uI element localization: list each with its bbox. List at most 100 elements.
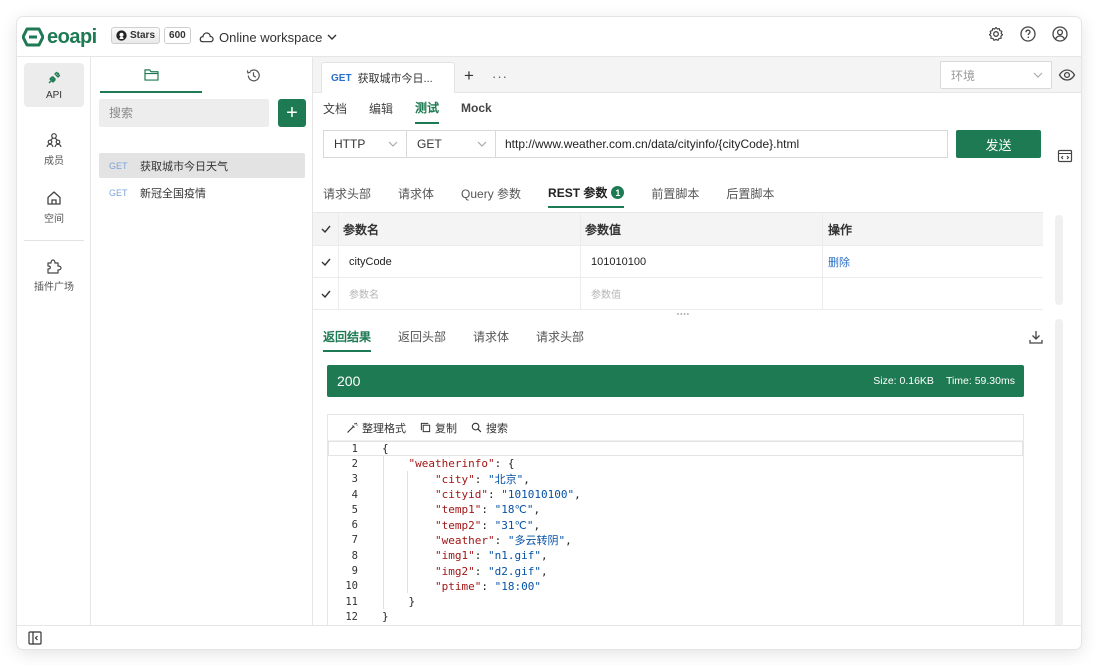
param-name-input[interactable]: 参数名 [339,278,581,309]
user-icon[interactable] [1051,25,1069,43]
json-code-area[interactable]: 1{2 "weatherinfo": {3 "city": "北京", 4 "ci… [328,441,1023,625]
members-icon [46,132,62,147]
eye-icon[interactable] [1058,66,1076,84]
tab-edit[interactable]: 编辑 [369,94,393,123]
json-punct: : [474,549,488,563]
workspace-selector[interactable]: Online workspace [199,26,337,48]
line-number: 7 [351,534,358,547]
panel-resize-handle[interactable] [313,311,1053,317]
home-icon [47,190,61,205]
request-url-row: HTTP GET 发送 [323,130,1041,158]
check-icon [321,258,331,266]
json-key: "img1" [434,549,475,563]
code-line: 4 "cityid": "101010100", [328,487,1023,502]
json-string: "101010100" [501,488,575,502]
left-rail: API 成员 空间 插件广场 [17,57,91,625]
tab-sent-body[interactable]: 请求体 [473,328,509,352]
format-button[interactable]: 整理格式 [346,420,406,436]
github-stars-button[interactable]: Stars [111,27,161,44]
param-value-cell[interactable]: 101010100 [581,246,823,277]
rail-divider [24,240,84,241]
json-key: "temp2" [434,518,482,532]
method-select[interactable]: GET [406,130,496,158]
protocol-select[interactable]: HTTP [323,130,407,158]
search-button[interactable]: 搜索 [471,420,508,436]
rail-item-label: 空间 [44,213,64,225]
help-icon[interactable] [1019,25,1037,43]
tab-request-headers[interactable]: 请求头部 [323,184,371,208]
rail-item-plugins[interactable]: 插件广场 [24,253,84,297]
copy-button[interactable]: 复制 [420,420,457,436]
tab-test[interactable]: 测试 [415,93,440,124]
tab-query-params[interactable]: Query 参数 [461,184,521,208]
tab-history[interactable] [202,57,304,93]
tab-response-body[interactable]: 返回结果 [323,328,372,352]
sidebar-toggle-icon[interactable] [28,631,42,645]
json-string: "多云转阴" [507,534,566,548]
code-line: 1{ [328,441,1023,457]
workspace-name: Online workspace [219,29,323,45]
row-checkbox[interactable] [313,246,339,277]
tab-doc[interactable]: 文档 [323,94,347,123]
search-input[interactable] [99,99,269,127]
tab-pre-script[interactable]: 前置脚本 [651,184,699,208]
request-tab[interactable]: GET 获取城市今日... [321,62,455,93]
json-punct: , [540,549,548,563]
json-punct: : [474,473,488,487]
cloud-icon [199,32,214,43]
code-text: } [382,610,389,623]
check-icon [321,225,331,233]
tab-mock[interactable]: Mock [461,95,492,121]
json-key: "city" [434,473,475,487]
response-size: Size: 0.16KB [873,375,934,387]
api-list-item[interactable]: GET 新冠全国疫情 [99,180,305,205]
drag-handle-icon [677,313,689,315]
send-button[interactable]: 发送 [956,130,1041,158]
response-time: Time: 59.30ms [945,375,1015,387]
json-string: "31℃" [494,518,534,532]
table-header-row: 参数名 参数值 操作 [313,212,1043,246]
select-all-checkbox[interactable] [313,213,339,245]
new-tab-button[interactable]: + [457,65,481,87]
params-scrollbar[interactable] [1055,215,1063,305]
environment-select[interactable]: 环境 [940,61,1052,89]
tab-rest-params[interactable]: REST 参数 1 [548,184,625,208]
tab-api-tree[interactable] [100,57,202,93]
tab-request-body[interactable]: 请求体 [398,184,434,208]
json-key: "weatherinfo" [408,457,495,471]
rail-item-space[interactable]: 空间 [24,185,84,229]
rail-item-label: API [45,89,63,101]
json-string: "北京" [487,473,524,487]
rail-item-members[interactable]: 成员 [24,127,84,171]
more-tabs-button[interactable]: ··· [488,65,512,87]
url-input[interactable] [495,130,948,158]
tab-post-script[interactable]: 后置脚本 [726,184,774,208]
github-stars[interactable]: Stars 600 [111,27,191,44]
tab-sent-headers[interactable]: 请求头部 [536,328,584,352]
rail-item-api[interactable]: API [24,63,84,107]
api-list-item[interactable]: GET 获取城市今日天气 [99,153,305,178]
json-punct: , [533,503,541,517]
param-value-input[interactable]: 参数值 [581,278,823,309]
code-panel-icon[interactable] [1057,148,1073,164]
param-name-placeholder: 参数名 [349,290,379,301]
folder-icon [143,68,159,81]
response-scrollbar[interactable] [1055,319,1063,629]
download-icon[interactable] [1028,329,1044,345]
json-punct: , [565,534,572,548]
column-header-name: 参数名 [339,213,581,245]
app-logo[interactable]: eoapi [22,24,97,50]
column-header-value: 参数值 [581,213,823,245]
delete-param-link[interactable]: 删除 [828,254,850,270]
line-number: 3 [351,473,358,486]
line-number: 11 [345,595,358,608]
rest-params-table: 参数名 参数值 操作 cityCode 101010100 删除 参数名 参数值 [313,212,1043,310]
row-checkbox[interactable] [313,278,339,309]
tab-response-headers[interactable]: 返回头部 [398,328,446,352]
code-text: { [382,442,389,455]
add-api-button[interactable]: + [278,99,306,127]
param-name-cell[interactable]: cityCode [339,246,581,277]
api-icon [48,71,61,83]
line-number: 8 [351,549,358,562]
settings-icon[interactable] [987,25,1005,43]
